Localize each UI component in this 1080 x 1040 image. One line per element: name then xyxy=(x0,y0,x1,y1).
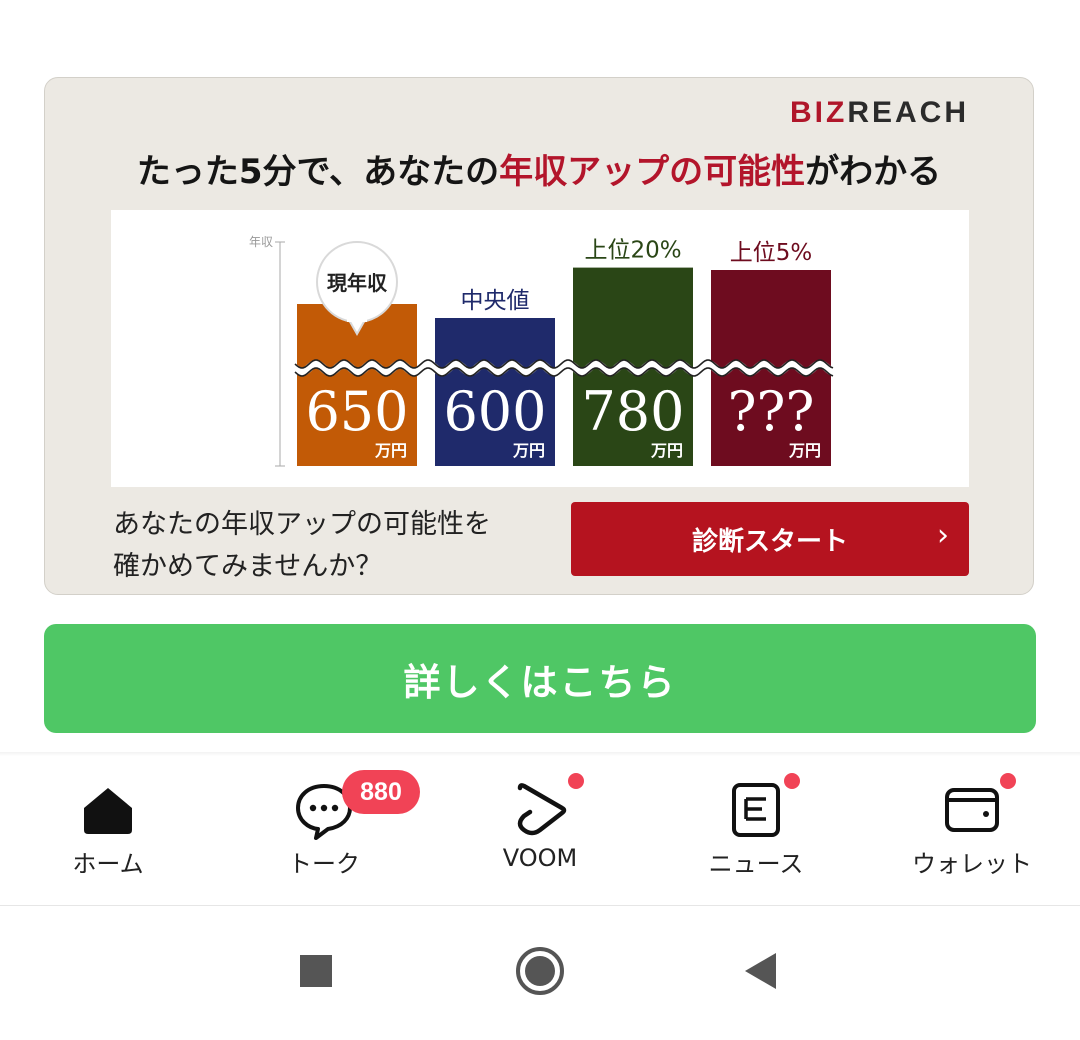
tab-wallet[interactable]: ウォレット xyxy=(892,780,1052,890)
start-diagnosis-button[interactable]: 診断スタート › xyxy=(571,502,969,576)
chart-unit-label-1: 万円 xyxy=(512,441,545,460)
tab-home-label: ホーム xyxy=(72,850,144,878)
tab-voom-label: VOOM xyxy=(502,844,578,872)
tab-talk-label: トーク xyxy=(288,850,360,878)
details-button[interactable]: 詳しくはこちら xyxy=(44,624,1036,733)
wallet-notification-dot xyxy=(1000,773,1016,789)
chart-axis-label: 年収 xyxy=(249,235,273,249)
back-button[interactable] xyxy=(745,953,776,989)
recents-button[interactable] xyxy=(300,955,332,987)
ad-banner[interactable]: BIZREACH たった5分で、あなたの年収アップの可能性がわかる 年収 650… xyxy=(44,77,1034,595)
voom-notification-dot xyxy=(568,773,584,789)
ad-bottom-text: あなたの年収アップの可能性を 確かめてみませんか？ xyxy=(113,504,491,588)
home-icon xyxy=(78,780,138,840)
tab-home[interactable]: ホーム xyxy=(28,780,188,890)
chart-category-label-2: 上位20% xyxy=(584,238,681,264)
bubble-label: 現年収 xyxy=(327,271,388,295)
home-nav-button[interactable] xyxy=(516,947,564,995)
salary-chart-svg: 年収 650万円中央値600万円上位20%780万円上位5%???万円 現年収 xyxy=(249,235,835,467)
start-diagnosis-label: 診断スタート xyxy=(691,526,848,557)
salary-chart: 年収 650 万円 中央値 600 万円 上位20% 780 万円 上位5%??? 万円 現年収 xyxy=(111,210,969,487)
tab-news-label: ニュース xyxy=(708,850,804,878)
bottom-tab-bar: ホーム トーク VOOM ニュース ウォレット xyxy=(0,756,1080,906)
details-button-label: 詳しくはこちら xyxy=(403,660,677,704)
chevron-right-icon: › xyxy=(937,518,949,553)
chart-unit-label-2: 万円 xyxy=(650,441,683,460)
tab-news[interactable]: ニュース xyxy=(676,780,836,890)
chart-category-label-3: 上位5% xyxy=(730,240,813,266)
chart-unit-label-3: 万円 xyxy=(788,441,821,460)
chart-value-label-2: 780 xyxy=(581,380,684,443)
chart-value-label-0: 650 xyxy=(305,380,408,443)
system-nav-icons xyxy=(300,947,776,995)
chart-unit-label-0: 万円 xyxy=(374,441,407,460)
wallet-icon xyxy=(942,780,1002,840)
brand-logo: BIZREACH xyxy=(790,96,969,129)
ad-bottom-line-1: あなたの年収アップの可能性を xyxy=(113,509,491,540)
chart-value-label-3: ??? xyxy=(728,380,815,443)
tab-wallet-label: ウォレット xyxy=(912,850,1032,878)
chart-value-label-1: 600 xyxy=(443,380,546,443)
news-icon xyxy=(726,780,786,840)
voom-play-icon xyxy=(510,780,570,840)
system-navigation-bar xyxy=(0,907,1080,1036)
ad-bottom-line-2: 確かめてみませんか？ xyxy=(113,551,383,582)
chart-category-label-1: 中央値 xyxy=(461,288,530,314)
ad-headline: たった5分で、あなたの年収アップの可能性がわかる xyxy=(136,152,942,192)
news-notification-dot xyxy=(784,773,800,789)
tab-voom[interactable]: VOOM xyxy=(460,780,620,890)
talk-unread-badge: 880 xyxy=(342,770,420,814)
